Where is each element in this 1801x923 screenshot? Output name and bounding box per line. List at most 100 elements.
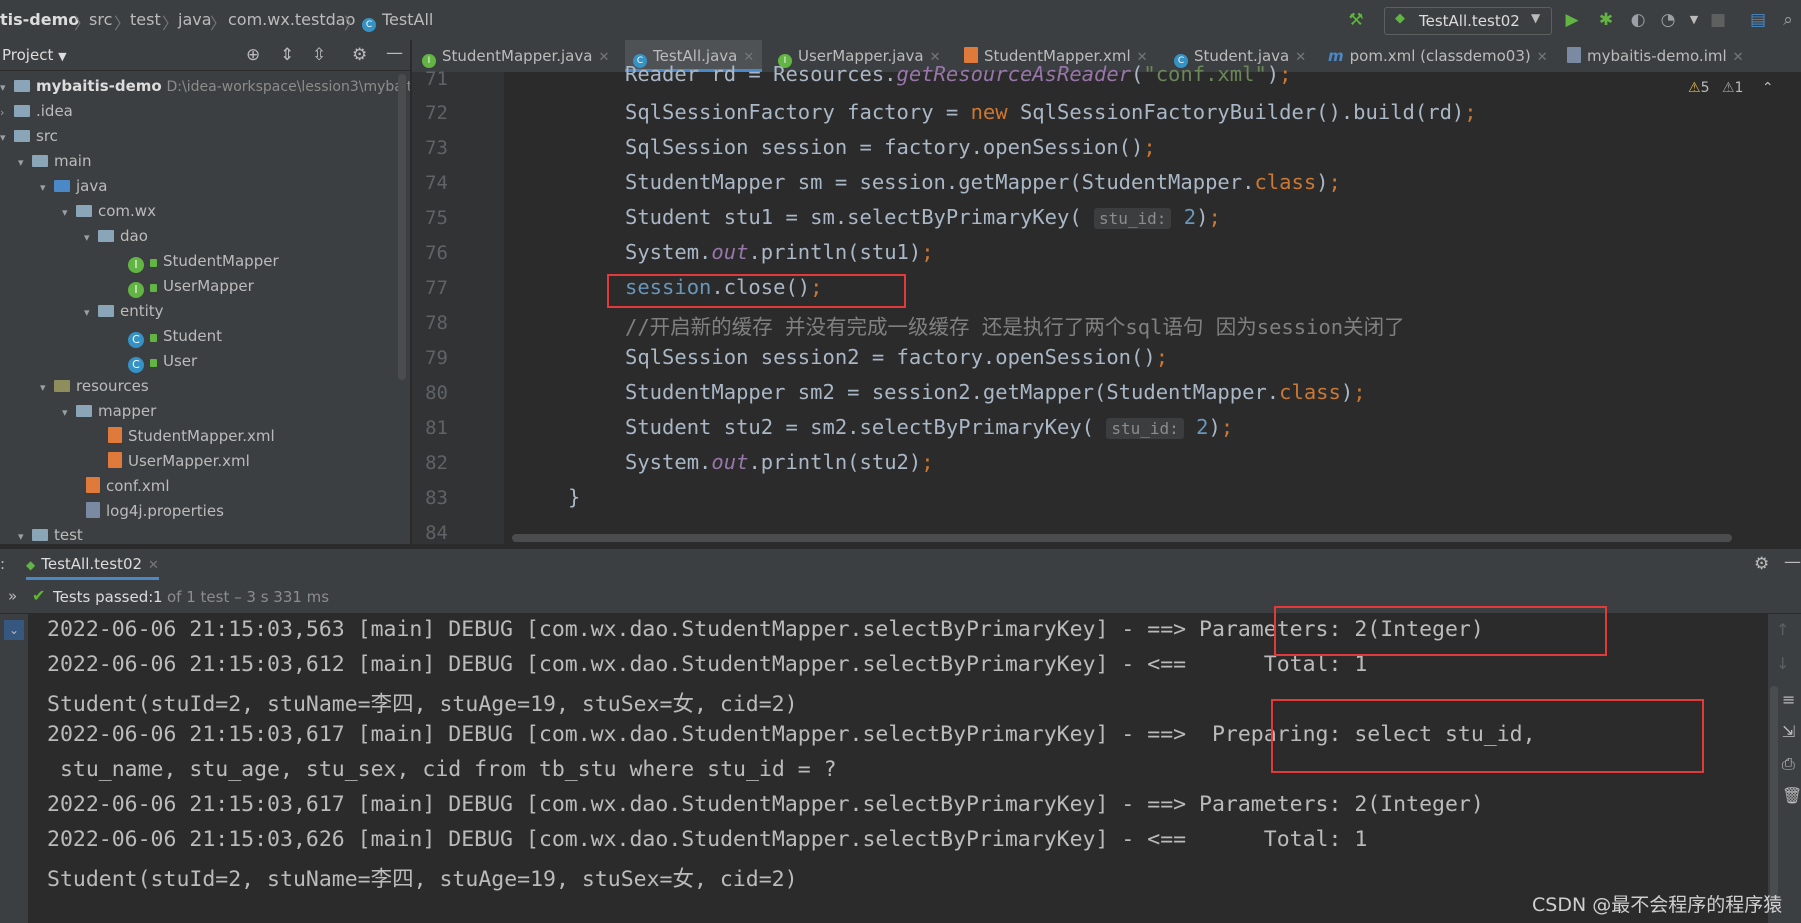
tree-item-label: com.wx (98, 202, 156, 220)
tree-item-com-wx[interactable]: ▾ com.wx (62, 199, 156, 223)
scroll-to-end-icon[interactable]: ⇲ (1782, 722, 1795, 741)
run-config-label: TestAll.test02 (1419, 12, 1520, 30)
tree-item-test[interactable]: ▾ test (18, 523, 83, 544)
tree-item-usermapper[interactable]: I UserMapper (128, 274, 254, 298)
tree-item-main[interactable]: ▾ main (18, 149, 91, 173)
resources-folder-icon (54, 380, 70, 392)
breadcrumb-test[interactable]: test (130, 10, 161, 29)
tree-item-studentmapper[interactable]: I StudentMapper (128, 249, 279, 273)
tree-item-entity[interactable]: ▾ entity (84, 299, 164, 323)
folder-icon (32, 529, 48, 541)
minimize-icon[interactable]: — (386, 43, 403, 63)
project-structure-icon[interactable]: ▤ (1748, 10, 1768, 30)
xml-file-icon (108, 427, 122, 443)
more-run-chevron-icon[interactable]: ▼ (1684, 10, 1704, 30)
tab-pom-xml[interactable]: m pom.xml (classdemo03) ✕ (1328, 40, 1548, 72)
class-icon: C (128, 357, 144, 373)
test-tree-toggle-icon[interactable]: ⌄ (4, 620, 24, 640)
tree-item-usermapper-xml[interactable]: UserMapper.xml (108, 449, 250, 473)
breadcrumb-project[interactable]: tis-demo (0, 10, 79, 29)
breadcrumb-java[interactable]: java (178, 10, 212, 29)
minimize-icon[interactable]: — (1784, 552, 1801, 572)
test-status-label: Tests passed: (53, 588, 154, 606)
arrow-up-icon[interactable]: ↑ (1776, 620, 1789, 639)
tab-iml[interactable]: mybaitis-demo.iml ✕ (1567, 40, 1744, 72)
folder-icon (14, 105, 30, 117)
print-icon[interactable]: ⎙ (1782, 754, 1795, 774)
tree-item-idea[interactable]: › .idea (0, 99, 73, 123)
tree-scrollbar[interactable] (398, 74, 406, 380)
line-number: 75 (425, 207, 448, 229)
tree-item-conf-xml[interactable]: conf.xml (86, 474, 170, 498)
breadcrumb-src[interactable]: src (89, 10, 112, 29)
code-line: Student stu1 = sm.selectByPrimaryKey( st… (625, 205, 1221, 229)
source-folder-icon (54, 180, 70, 192)
tree-item-label: User (163, 352, 198, 370)
gear-icon[interactable]: ⚙ (352, 45, 367, 65)
console-toolbar: ↑ ↓ ≡ ⇲ ⎙ 🗑 (1768, 614, 1801, 923)
run-tab-testall[interactable]: ◆ TestAll.test02 ✕ (26, 548, 159, 580)
lock-icon (150, 284, 157, 292)
soft-wrap-icon[interactable]: ≡ (1782, 690, 1795, 709)
debug-bug-icon[interactable]: ✱ (1596, 10, 1616, 30)
close-icon[interactable]: ✕ (1537, 50, 1548, 65)
tree-item-label: UserMapper.xml (128, 452, 250, 470)
close-icon[interactable]: ✕ (1733, 50, 1744, 65)
package-icon (98, 305, 114, 317)
tree-item-label: java (76, 177, 108, 195)
breadcrumb-separator: 〉 (210, 14, 227, 33)
tree-item-studentmapper-xml[interactable]: StudentMapper.xml (108, 424, 275, 448)
project-panel-title: Project (2, 46, 54, 64)
breadcrumb-separator: 〉 (74, 14, 91, 33)
tree-item-mapper[interactable]: ▾ mapper (62, 399, 156, 423)
tree-item-resources[interactable]: ▾ resources (40, 374, 149, 398)
expand-icon[interactable]: » (8, 587, 17, 605)
locate-target-icon[interactable]: ⊕ (246, 45, 260, 65)
expand-all-icon[interactable]: ⇕ (280, 45, 294, 65)
line-number: 83 (425, 487, 448, 509)
trash-icon[interactable]: 🗑 (1782, 786, 1801, 805)
interface-icon: I (422, 54, 436, 68)
line-number: 80 (425, 382, 448, 404)
profiler-icon[interactable]: ◔ (1658, 10, 1678, 30)
chevron-up-icon[interactable]: ⌃ (1762, 80, 1774, 96)
close-icon[interactable]: ✕ (1295, 50, 1306, 65)
inspection-widget[interactable]: ⚠5 ⚠1 ⌃ (1688, 80, 1774, 96)
close-icon[interactable]: ✕ (598, 50, 609, 65)
chevron-right-icon: › (0, 106, 5, 119)
tree-item-src[interactable]: ▾ src (0, 124, 58, 148)
folder-icon (76, 405, 92, 417)
console-line: Student(stuId=2, stuName=李四, stuAge=19, … (47, 867, 798, 892)
line-number: 73 (425, 137, 448, 159)
project-tree: ▾ mybaitis-demo D:\idea-workspace\lession… (0, 71, 410, 544)
tree-item-project-root[interactable]: ▾ mybaitis-demo D:\idea-workspace\lession… (0, 74, 410, 98)
arrow-down-icon[interactable]: ↓ (1776, 654, 1789, 673)
tree-item-dao[interactable]: ▾ dao (84, 224, 148, 248)
tab-studentmapper-java[interactable]: I StudentMapper.java ✕ (422, 40, 609, 72)
chevron-down-icon: ▾ (40, 181, 46, 194)
tree-item-student[interactable]: C Student (128, 324, 222, 348)
run-icon[interactable]: ▶ (1562, 10, 1582, 30)
gear-icon[interactable]: ⚙ (1754, 554, 1769, 574)
project-view-dropdown[interactable]: Project ▼ (2, 46, 67, 64)
run-config-selector[interactable]: ◆ TestAll.test02 ▼ (1384, 7, 1552, 35)
tree-item-label: log4j.properties (106, 502, 224, 520)
search-icon[interactable]: ⌕ (1778, 10, 1798, 30)
build-hammer-icon[interactable]: ⚒ (1346, 10, 1366, 30)
code-line: } (568, 485, 581, 509)
collapse-all-icon[interactable]: ⇳ (312, 45, 326, 65)
tree-item-user[interactable]: C User (128, 349, 197, 373)
breadcrumb-class[interactable]: C TestAll (362, 10, 433, 32)
tree-item-label: .idea (36, 102, 73, 120)
close-icon[interactable]: ✕ (148, 558, 159, 573)
tree-item-java[interactable]: ▾ java (40, 174, 107, 198)
stop-icon[interactable]: ■ (1708, 10, 1728, 30)
highlight-box (607, 274, 906, 308)
coverage-icon[interactable]: ◐ (1628, 10, 1648, 30)
editor-horizontal-scrollbar[interactable] (512, 534, 1732, 542)
console-scrollbar[interactable] (1770, 686, 1778, 906)
breadcrumb-package[interactable]: com.wx.testdao (228, 10, 355, 29)
code-line: Reader rd = Resources.getResourceAsReade… (625, 62, 1292, 86)
parameter-hint: stu_id: (1106, 418, 1184, 439)
tree-item-log4j-properties[interactable]: log4j.properties (86, 499, 224, 523)
